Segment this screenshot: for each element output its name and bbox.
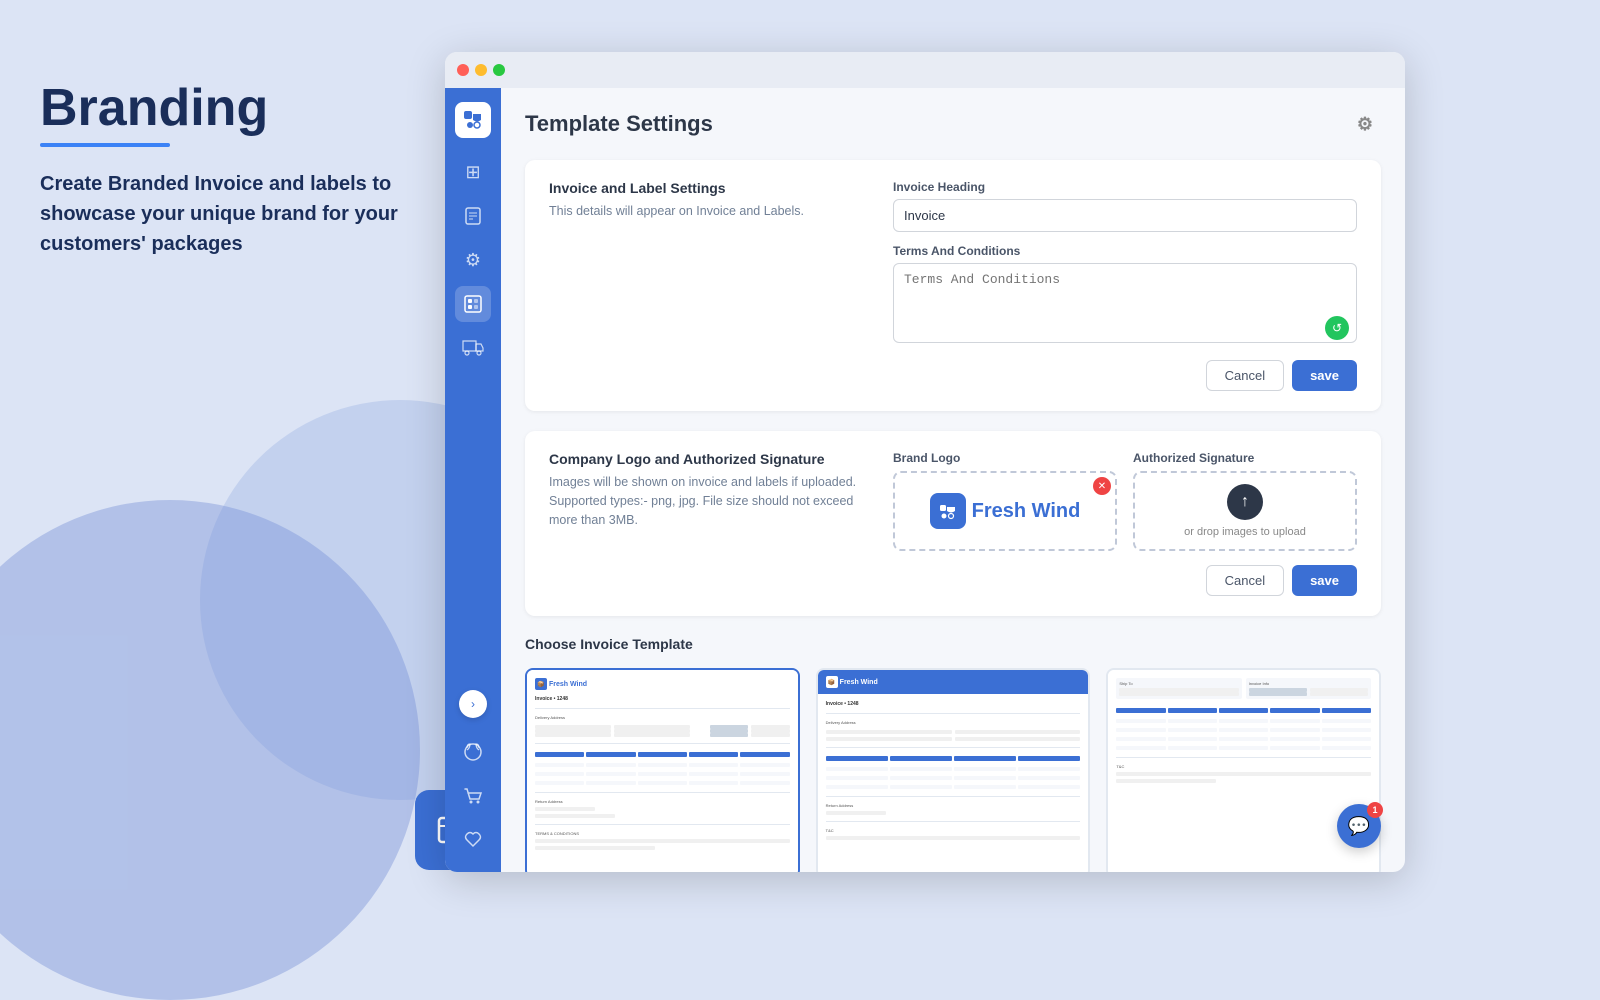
- remove-logo-button[interactable]: ✕: [1093, 477, 1111, 495]
- brand-logo-upload[interactable]: Fresh Wind ✕: [893, 471, 1117, 551]
- logo-icon: [930, 493, 966, 529]
- sidebar-item-template[interactable]: [455, 286, 491, 322]
- close-button[interactable]: [457, 64, 469, 76]
- invoice-settings-subtext: This details will appear on Invoice and …: [549, 202, 869, 221]
- template-preview-2: 📦 Fresh Wind Invoice • 1248 Delivery Add…: [818, 670, 1089, 872]
- brand-logo-label: Brand Logo: [893, 451, 1117, 465]
- sidebar-item-wishlist[interactable]: [455, 822, 491, 858]
- settings-gear-button[interactable]: ⚙: [1349, 108, 1381, 140]
- template-card-1[interactable]: 📦 Fresh Wind Invoice • 1248 Delivery Add…: [525, 668, 800, 872]
- logo-settings-card: Company Logo and Authorized Signature Im…: [525, 431, 1381, 616]
- templates-grid: 📦 Fresh Wind Invoice • 1248 Delivery Add…: [525, 668, 1381, 872]
- invoice-settings-layout: Invoice and Label Settings This details …: [549, 180, 1357, 391]
- authorized-sig-upload[interactable]: ↑ or drop images to upload: [1133, 471, 1357, 551]
- sidebar: ⊞ ⚙: [445, 88, 501, 872]
- minimize-button[interactable]: [475, 64, 487, 76]
- sidebar-item-delivery[interactable]: [455, 330, 491, 366]
- branding-description: Create Branded Invoice and labels to sho…: [40, 169, 400, 259]
- sidebar-bottom-icons: [455, 734, 491, 858]
- sidebar-item-cart[interactable]: [455, 778, 491, 814]
- invoice-settings-right: Invoice Heading Terms And Conditions ↺ C…: [893, 180, 1357, 391]
- terms-label: Terms And Conditions: [893, 244, 1357, 258]
- template-card-2[interactable]: 📦 Fresh Wind Invoice • 1248 Delivery Add…: [816, 668, 1091, 872]
- logo-settings-layout: Company Logo and Authorized Signature Im…: [549, 451, 1357, 596]
- logo-save-button[interactable]: save: [1292, 565, 1357, 596]
- invoice-cancel-button[interactable]: Cancel: [1206, 360, 1284, 391]
- templates-section: Choose Invoice Template 📦 Fresh Wind Inv: [525, 636, 1381, 872]
- branding-panel: Branding Create Branded Invoice and labe…: [40, 80, 400, 259]
- title-bar: [445, 52, 1405, 88]
- invoice-settings-left: Invoice and Label Settings This details …: [549, 180, 869, 391]
- sidebar-item-support[interactable]: [455, 734, 491, 770]
- sidebar-item-grid[interactable]: ⊞: [455, 154, 491, 190]
- logo-cancel-button[interactable]: Cancel: [1206, 565, 1284, 596]
- logo-icon: [462, 109, 484, 131]
- invoice-action-row: Cancel save: [893, 360, 1357, 391]
- page-title: Template Settings: [525, 111, 713, 137]
- brand-logo-col: Brand Logo: [893, 451, 1117, 551]
- templates-heading: Choose Invoice Template: [525, 636, 1381, 652]
- sidebar-item-settings[interactable]: ⚙: [455, 242, 491, 278]
- terms-textarea[interactable]: [893, 263, 1357, 343]
- invoice-settings-heading: Invoice and Label Settings: [549, 180, 869, 196]
- logo-settings-heading: Company Logo and Authorized Signature: [549, 451, 869, 467]
- template-preview-1: 📦 Fresh Wind Invoice • 1248 Delivery Add…: [527, 670, 798, 872]
- maximize-button[interactable]: [493, 64, 505, 76]
- logo-settings-left: Company Logo and Authorized Signature Im…: [549, 451, 869, 596]
- logo-action-row: Cancel save: [893, 565, 1357, 596]
- branding-underline: [40, 143, 170, 147]
- authorized-sig-col: Authorized Signature ↑ or drop images to…: [1133, 451, 1357, 551]
- invoice-heading-input[interactable]: [893, 199, 1357, 232]
- main-window: ⊞ ⚙: [445, 52, 1405, 872]
- invoice-settings-card: Invoice and Label Settings This details …: [525, 160, 1381, 411]
- logo-settings-subtext: Images will be shown on invoice and labe…: [549, 473, 869, 529]
- sidebar-item-document[interactable]: [455, 198, 491, 234]
- content-area: Template Settings ⚙ Invoice and Label Se…: [501, 88, 1405, 872]
- logo-brand-name: Fresh Wind: [972, 500, 1081, 523]
- invoice-save-button[interactable]: save: [1292, 360, 1357, 391]
- terms-refresh-button[interactable]: ↺: [1325, 316, 1349, 340]
- template-card-3[interactable]: Ship To Invoice Info: [1106, 668, 1381, 872]
- chat-button[interactable]: 💬 1: [1337, 804, 1381, 848]
- authorized-sig-label: Authorized Signature: [1133, 451, 1357, 465]
- window-body: ⊞ ⚙: [445, 88, 1405, 872]
- template-preview-3: Ship To Invoice Info: [1108, 670, 1379, 872]
- sidebar-logo: [455, 102, 491, 138]
- upload-arrow-icon: ↑: [1227, 484, 1263, 520]
- upload-row: Brand Logo: [893, 451, 1357, 551]
- branding-title: Branding: [40, 80, 400, 137]
- page-header: Template Settings ⚙: [525, 108, 1381, 140]
- logo-settings-right: Brand Logo: [893, 451, 1357, 596]
- terms-textarea-wrapper: ↺: [893, 263, 1357, 348]
- invoice-heading-label: Invoice Heading: [893, 180, 1357, 194]
- upload-hint-text: or drop images to upload: [1184, 526, 1306, 538]
- logo-preview: Fresh Wind: [930, 493, 1081, 529]
- sidebar-expand-button[interactable]: ›: [459, 690, 487, 718]
- chat-badge: 1: [1367, 802, 1383, 818]
